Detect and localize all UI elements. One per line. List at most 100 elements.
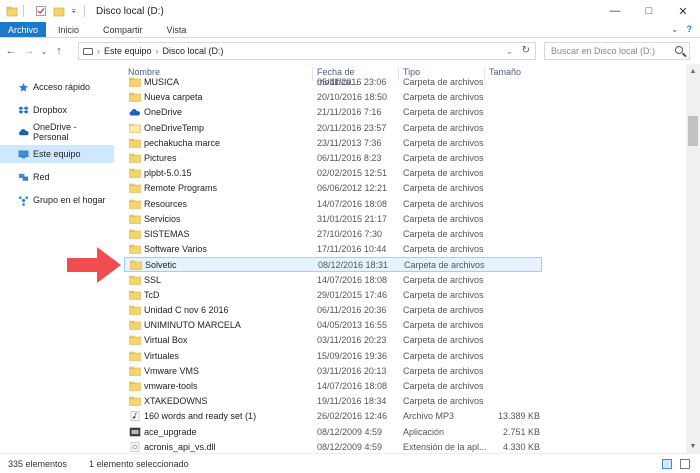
properties-check-icon[interactable] bbox=[35, 5, 47, 17]
table-row[interactable]: TcD 29/01/2015 17:46 Carpeta de archivos bbox=[124, 288, 544, 303]
table-row[interactable]: 160 words and ready set (1) 26/02/2016 12… bbox=[124, 409, 544, 424]
file-date-modified: 03/11/2016 20:23 bbox=[317, 335, 387, 346]
file-date-modified: 06/11/2016 20:36 bbox=[317, 305, 387, 315]
back-button[interactable]: ← bbox=[4, 44, 18, 58]
red-arrow-annotation bbox=[67, 247, 121, 283]
file-name: Servicios bbox=[144, 213, 181, 224]
navigation-bar: ← → ⌄ ↑ › Este equipo › Disco local (D:)… bbox=[0, 38, 700, 64]
search-placeholder: Buscar en Disco local (D:) bbox=[551, 46, 656, 56]
file-date-modified: 17/11/2016 10:44 bbox=[317, 244, 387, 255]
tab-archivo[interactable]: Archivo bbox=[0, 22, 47, 37]
folder-icon bbox=[129, 92, 141, 102]
forward-button[interactable]: → bbox=[22, 44, 36, 58]
table-row[interactable]: MUSICA 05/11/2016 23:06 Carpeta de archivo… bbox=[124, 75, 544, 90]
table-row[interactable]: SISTEMAS 27/10/2016 7:30 Carpeta de archiv… bbox=[124, 227, 544, 242]
folder-icon bbox=[129, 336, 141, 346]
table-row[interactable]: pechakucha marce 23/11/2013 7:36 Carpeta d… bbox=[124, 136, 544, 151]
table-row[interactable]: SSL 14/07/2016 18:08 Carpeta de archivos bbox=[124, 273, 544, 288]
status-bar: 335 elementos 1 elemento seleccionado bbox=[0, 453, 700, 473]
file-date-modified: 19/11/2016 18:34 bbox=[317, 396, 387, 407]
breadcrumb-este-equipo[interactable]: Este equipo bbox=[104, 46, 152, 56]
vertical-scrollbar[interactable]: ▲ ▼ bbox=[686, 64, 700, 453]
table-row[interactable]: Vmware VMS 03/11/2016 20:13 Carpeta de arc… bbox=[124, 364, 544, 379]
file-name: UNIMINUTO MARCELA bbox=[144, 320, 241, 331]
search-icon[interactable] bbox=[675, 46, 683, 54]
nav-item-acceso-rapido[interactable]: Acceso rápido bbox=[0, 78, 114, 96]
file-type: Carpeta de archivos bbox=[403, 320, 484, 331]
refresh-icon[interactable]: ↻ bbox=[522, 45, 530, 56]
address-bar[interactable]: › Este equipo › Disco local (D:) ⌄ ↻ bbox=[78, 42, 536, 60]
table-row[interactable]: acronis_api_vs.dll 08/12/2009 4:59 Extensi… bbox=[124, 440, 544, 453]
tab-inicio[interactable]: Inicio bbox=[46, 22, 91, 37]
breadcrumb-disco-local[interactable]: Disco local (D:) bbox=[163, 46, 224, 56]
nav-item-este-equipo[interactable]: Este equipo bbox=[0, 145, 114, 163]
table-row[interactable]: Solvetic 08/12/2016 18:31 Carpeta de archi… bbox=[124, 257, 542, 273]
file-type: Carpeta de archivos bbox=[403, 77, 484, 87]
maximize-button[interactable]: □ bbox=[632, 0, 666, 22]
file-name: Solvetic bbox=[145, 260, 177, 271]
details-view-icon[interactable] bbox=[662, 459, 672, 469]
file-type: Carpeta de archivos bbox=[403, 213, 484, 224]
table-row[interactable]: Pictures 06/11/2016 8:23 Carpeta de archiv… bbox=[124, 151, 544, 166]
nav-item-label: OneDrive - Personal bbox=[33, 122, 77, 142]
tab-vista[interactable]: Vista bbox=[155, 22, 199, 37]
expand-ribbon-icon[interactable]: ⌄ bbox=[671, 24, 679, 35]
up-button[interactable]: ↑ bbox=[52, 44, 66, 58]
file-type: Carpeta de archivos bbox=[403, 289, 484, 300]
nav-item-dropbox[interactable]: Dropbox bbox=[0, 101, 114, 119]
breadcrumb-separator: › bbox=[97, 46, 100, 56]
file-name: Vmware VMS bbox=[144, 365, 200, 376]
table-row[interactable]: OneDrive 21/11/2016 7:16 Carpeta de archiv… bbox=[124, 105, 544, 120]
drive-icon bbox=[83, 47, 93, 55]
folder-icon bbox=[129, 396, 141, 406]
file-date-modified: 14/07/2016 18:08 bbox=[317, 381, 388, 391]
table-row[interactable]: Servicios 31/01/2015 21:17 Carpeta de arch… bbox=[124, 212, 544, 227]
table-row[interactable]: XTAKEDOWNS 19/11/2016 18:34 Carpeta de arc… bbox=[124, 394, 544, 409]
table-row[interactable]: Virtuales 15/09/2016 19:36 Carpeta de arch… bbox=[124, 349, 544, 364]
table-row[interactable]: Nueva carpeta 20/10/2016 18:50 Carpeta de … bbox=[124, 90, 544, 105]
table-row[interactable]: Remote Programs 06/06/2012 12:21 Carpeta d… bbox=[124, 181, 544, 196]
table-row[interactable]: OneDriveTemp 20/11/2016 23:57 Carpeta de a… bbox=[124, 121, 544, 136]
recent-locations-dropdown[interactable]: ⌄ bbox=[40, 44, 48, 58]
scroll-thumb[interactable] bbox=[688, 116, 698, 146]
tab-compartir[interactable]: Compartir bbox=[91, 22, 155, 37]
table-row[interactable]: Resources 14/07/2016 18:08 Carpeta de arch… bbox=[124, 197, 544, 212]
folder-icon bbox=[129, 275, 141, 285]
file-type: Carpeta de archivos bbox=[403, 305, 484, 315]
nav-item-red[interactable]: Red bbox=[0, 168, 114, 186]
file-date-modified: 08/12/2016 18:31 bbox=[318, 260, 389, 271]
folder-icon bbox=[129, 138, 141, 148]
folder-icon bbox=[129, 153, 141, 163]
close-button[interactable]: ✕ bbox=[666, 0, 700, 22]
table-row[interactable]: plpbt-5.0.15 02/02/2015 12:51 Carpeta de a… bbox=[124, 166, 544, 181]
nav-item-onedrive[interactable]: OneDrive - Personal bbox=[0, 122, 114, 142]
scroll-down-button[interactable]: ▼ bbox=[686, 439, 700, 453]
file-date-modified: 31/01/2015 21:17 bbox=[317, 213, 388, 224]
help-icon[interactable]: ? bbox=[687, 24, 693, 35]
new-folder-icon[interactable] bbox=[53, 5, 65, 17]
table-row[interactable]: ace_upgrade 08/12/2009 4:59 Aplicación 2.75… bbox=[124, 425, 544, 440]
search-input[interactable]: Buscar en Disco local (D:) bbox=[544, 42, 690, 60]
nav-item-label: Grupo en el hogar bbox=[33, 195, 106, 205]
minimize-button[interactable]: — bbox=[598, 0, 632, 22]
file-type: Aplicación bbox=[403, 426, 445, 437]
homegroup-icon bbox=[18, 195, 29, 206]
table-row[interactable]: Virtual Box 03/11/2016 20:23 Carpeta de ar… bbox=[124, 333, 544, 348]
table-row[interactable]: Unidad C nov 6 2016 06/11/2016 20:36 Carpe… bbox=[124, 303, 544, 318]
table-row[interactable]: Software Varios 17/11/2016 10:44 Carpeta d… bbox=[124, 242, 544, 257]
customize-quick-access-icon[interactable] bbox=[71, 5, 79, 17]
network-icon bbox=[18, 173, 29, 181]
nav-item-grupo-hogar[interactable]: Grupo en el hogar bbox=[0, 191, 114, 209]
file-type: Carpeta de archivos bbox=[403, 381, 484, 391]
folder-icon bbox=[129, 320, 141, 330]
table-row[interactable]: vmware-tools 14/07/2016 18:08 Carpeta de a… bbox=[124, 379, 544, 394]
large-icons-view-icon[interactable] bbox=[680, 459, 690, 469]
audio-file-icon bbox=[130, 411, 140, 422]
selection-count: 1 elemento seleccionado bbox=[89, 458, 189, 469]
file-date-modified: 03/11/2016 20:13 bbox=[317, 365, 387, 376]
file-type: Extensión de la apl... bbox=[403, 441, 487, 452]
file-name: Virtual Box bbox=[144, 335, 188, 346]
table-row[interactable]: UNIMINUTO MARCELA 04/05/2013 16:55 Carpeta… bbox=[124, 318, 544, 333]
scroll-up-button[interactable]: ▲ bbox=[686, 64, 700, 78]
address-dropdown-icon[interactable]: ⌄ bbox=[505, 46, 513, 57]
